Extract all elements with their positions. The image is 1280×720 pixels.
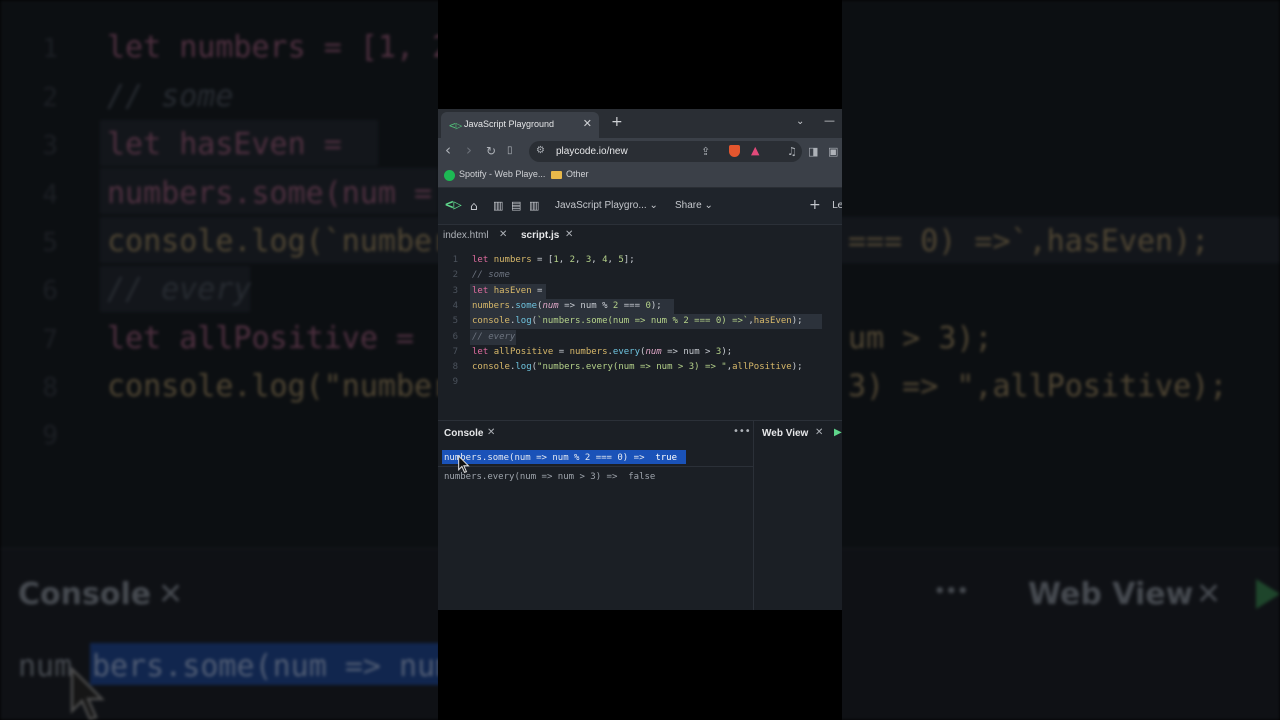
code-line: 8 console.log("numbers.every(num => num … [438,360,842,375]
folder-icon [551,171,562,179]
console-output-line[interactable]: numbers.some(num => num % 2 === 0) => tr… [444,453,677,463]
code-text: // every [472,331,516,342]
share-icon[interactable]: ⇪ [701,145,710,158]
webview-panel: Web View ✕ ▶ [754,421,842,610]
console-output-value: false [628,472,656,482]
project-name-label: JavaScript Playgro... [555,200,647,211]
back-icon[interactable]: ‹ [445,141,451,159]
app-header: <▷ ⌂ ▥ ▤ ▥ JavaScript Playgro... ⌄ Share… [438,188,842,225]
run-icon[interactable]: ▶ [834,427,842,438]
tab-close-icon[interactable]: ✕ [583,117,592,130]
console-output-line[interactable]: numbers.every(num => num > 3) => false [444,472,655,482]
close-icon[interactable]: ✕ [499,229,507,240]
share-button[interactable]: Share ⌄ [675,200,713,211]
new-tab-button[interactable]: + [611,114,623,130]
bookmark-icon[interactable]: ▯ [507,145,513,156]
line-number: 7 [452,346,458,357]
url-bar[interactable]: ⚙ playcode.io/new ⇪ ▲ [529,141,802,162]
music-icon[interactable]: ♫ [787,145,797,158]
code-line: 6 // every [438,329,842,345]
chevron-down-icon: ⌄ [704,200,713,211]
code-line: 2 // some [438,268,842,283]
layout-columns-icon[interactable]: ▥ [529,199,539,212]
code-line: 5 console.log(`numbers.some(num => num %… [438,314,842,330]
chevron-down-icon: ⌄ [649,200,658,211]
code-line: 9 [438,375,842,390]
tab-search-icon[interactable]: ⌄ [796,116,804,127]
code-text: console.log(`numbers.some(num => num % 2… [472,316,803,327]
code-text: let hasEven = [472,285,543,296]
line-number: 9 [452,377,458,388]
line-number: 2 [452,270,458,281]
site-info-icon[interactable]: ⚙ [536,145,545,156]
home-icon[interactable]: ⌂ [470,199,478,213]
project-name[interactable]: JavaScript Playgro... ⌄ [555,200,658,211]
code-text: let allPositive = numbers.every(num => n… [472,346,733,357]
line-number: 8 [452,362,458,373]
more-icon[interactable]: ••• [733,426,751,437]
share-label: Share [675,200,702,211]
sidebar-icon[interactable]: ◨ [808,145,818,158]
code-text: let numbers = [1, 2, 3, 4, 5]; [472,255,635,265]
browser-tab[interactable]: <▷ JavaScript Playground ✕ [441,112,599,138]
code-text: console.log("numbers.every(num => num > … [472,362,803,373]
code-line: 3 let hasEven = [438,283,842,299]
tab-title: JavaScript Playground [464,119,555,129]
spotify-icon [444,170,455,181]
bookmark-spotify[interactable]: Spotify - Web Playe... [459,169,545,179]
file-tabs: index.html ✕ script.js ✕ [438,225,842,247]
console-output-text: numbers.some(num => num % 2 === 0) => [444,453,650,463]
code-editor[interactable]: 1 let numbers = [1, 2, 3, 4, 5]; 2 // so… [438,250,842,420]
code-line: 4 numbers.some(num => num % 2 === 0); [438,298,842,314]
brave-rewards-icon[interactable]: ▲ [751,144,759,157]
address-toolbar: ‹ › ↻ ▯ ⚙ playcode.io/new ⇪ ▲ ♫ ◨ ▣ [438,138,842,165]
forward-icon[interactable]: › [466,141,472,159]
tab-index-html[interactable]: index.html [443,230,489,241]
add-icon[interactable]: + [809,197,821,213]
playcode-logo-icon[interactable]: <▷ [445,197,462,213]
code-text: // some [472,270,510,281]
layout-rows-icon[interactable]: ▤ [511,199,521,212]
layout-split-icon[interactable]: ▥ [493,199,503,212]
bookmark-other[interactable]: Other [566,169,589,179]
code-line: 7 let allPositive = numbers.every(num =>… [438,345,842,360]
bookmarks-bar: Spotify - Web Playe... Other [438,165,842,188]
minimize-button[interactable]: — [824,114,835,127]
mouse-cursor-icon [458,455,470,473]
line-number: 5 [452,316,458,327]
tab-script-js[interactable]: script.js [521,230,559,241]
code-text: numbers.some(num => num % 2 === 0); [472,300,662,311]
login-button[interactable]: Le [832,200,842,211]
webview-title[interactable]: Web View [762,428,808,439]
line-number: 4 [452,300,458,311]
code-line: 1 let numbers = [1, 2, 3, 4, 5]; [438,253,842,268]
close-icon[interactable]: ✕ [815,427,823,438]
close-icon[interactable]: ✕ [487,427,495,438]
console-panel: Console ✕ ••• numbers.some(num => num % … [438,421,754,610]
close-icon[interactable]: ✕ [565,229,573,240]
brave-shield-icon[interactable] [729,145,740,157]
playcode-favicon-icon: <▷ [449,119,463,132]
wallet-icon[interactable]: ▣ [828,145,838,158]
browser-window: <▷ JavaScript Playground ✕ + ⌄ — ‹ › ↻ ▯… [438,109,842,610]
tab-bar: <▷ JavaScript Playground ✕ + ⌄ — [438,109,842,138]
reload-icon[interactable]: ↻ [486,144,496,158]
line-number: 3 [452,285,458,296]
console-output-value: true [655,453,678,463]
line-number: 1 [452,255,458,265]
line-number: 6 [452,331,458,342]
console-title[interactable]: Console [444,428,483,439]
url-text: playcode.io/new [556,146,628,157]
